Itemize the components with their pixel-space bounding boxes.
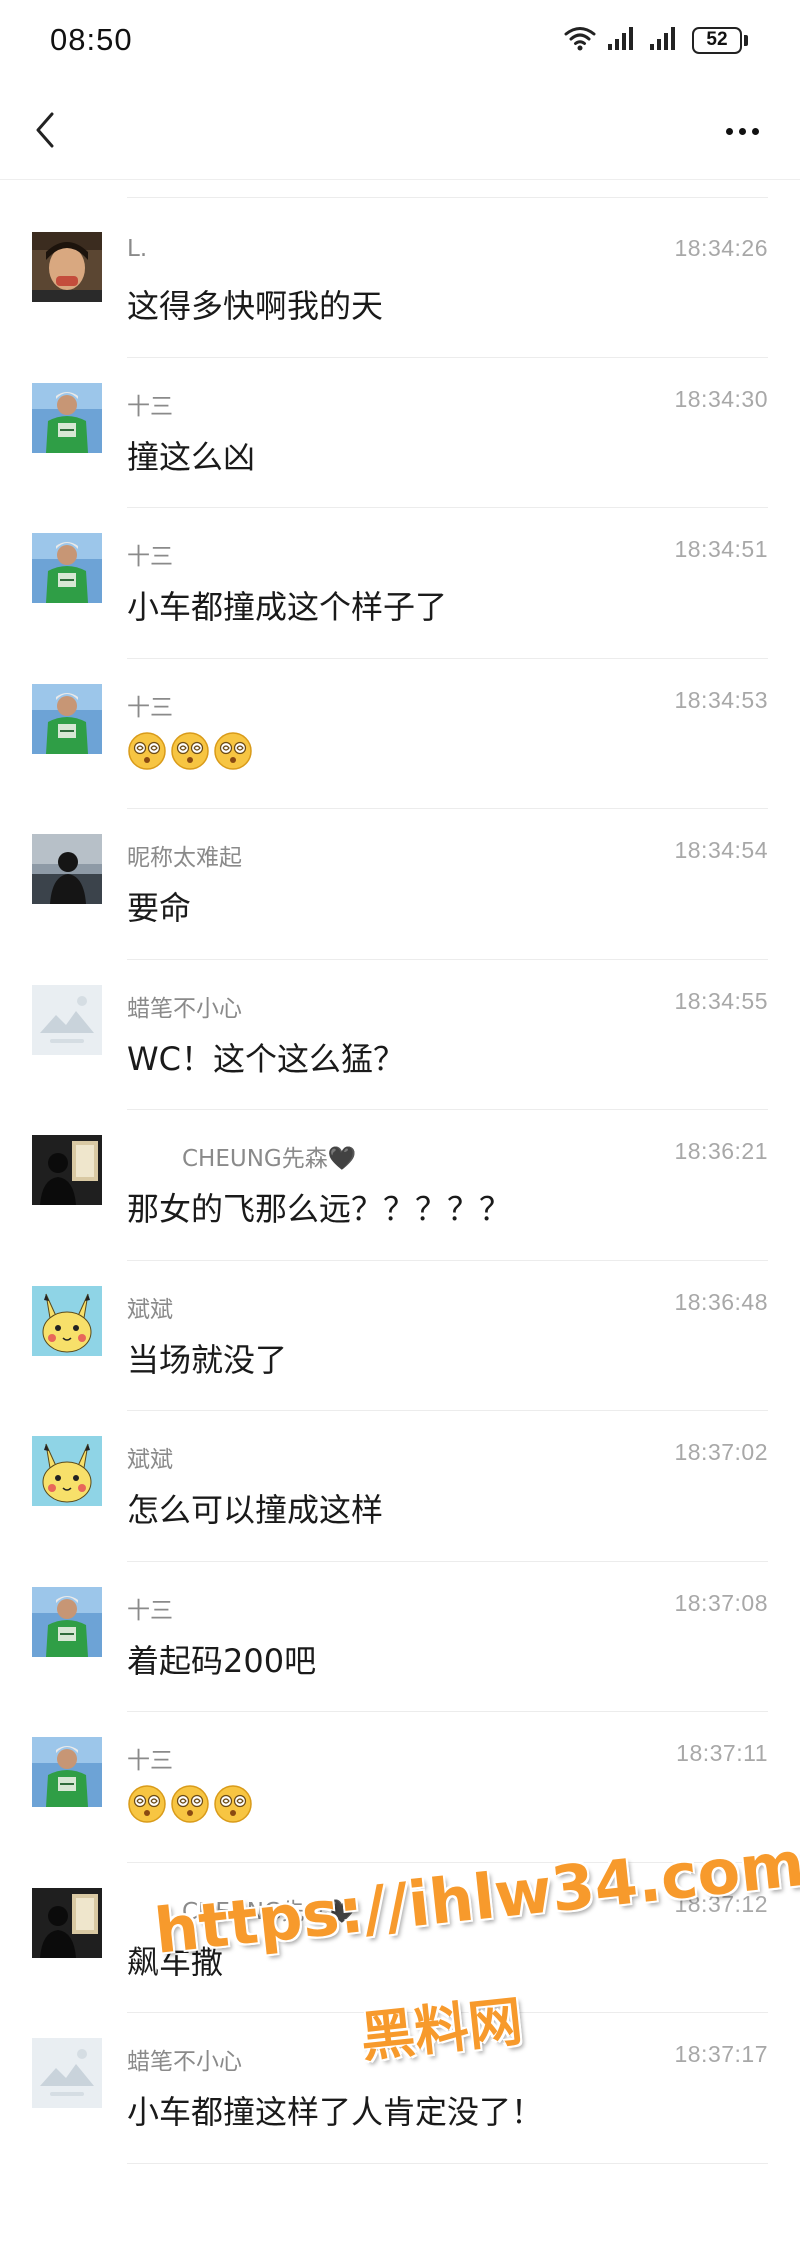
comment-time: 18:36:21 — [674, 1138, 768, 1164]
comment-text: 小车都撞成这个样子了 — [127, 588, 448, 626]
more-button[interactable] — [714, 108, 770, 154]
battery-text: 52 — [706, 29, 728, 50]
more-dot — [751, 127, 759, 135]
comment-item[interactable]: 斌斌 18:36:48 当场就没了 — [0, 1261, 800, 1411]
comment-item[interactable]: 昵称太难起 18:34:54 要命 — [0, 809, 800, 960]
comment-text: 怎么可以撞成这样 — [127, 1491, 384, 1529]
comment-item[interactable]: L. 18:34:26 这得多快啊我的天 — [0, 207, 800, 358]
comment-username[interactable]: 蜡笔不小心 — [127, 989, 242, 1023]
comment-time: 18:34:26 — [674, 235, 768, 261]
comment-divider — [127, 2162, 768, 2164]
comment-time: 18:34:55 — [674, 987, 768, 1014]
nav-bar — [0, 80, 800, 180]
comment-username[interactable]: CHEUNG先森🖤 — [182, 1139, 356, 1173]
comment-username[interactable]: L. — [127, 236, 147, 262]
dizzy-face-emoji-icon — [127, 1784, 167, 1828]
battery-icon: 52 — [692, 26, 748, 54]
comment-text: 这得多快啊我的天 — [127, 287, 384, 325]
comment-list: L. 18:34:26 这得多快啊我的天 十三 18:34:30 撞这么凶 十三 18:3… — [0, 207, 800, 2164]
comment-text: 小车都撞这样了人肯定没了！ — [127, 2093, 544, 2131]
comment-item[interactable]: CHEUNG先森🖤 18:36:21 那女的飞那么远？？？？？ — [0, 1110, 800, 1261]
comment-time: 18:37:17 — [674, 2041, 768, 2067]
comment-item[interactable]: 蜡笔不小心 18:37:17 小车都撞这样了人肯定没了！ — [0, 2013, 800, 2164]
avatar[interactable] — [32, 232, 102, 302]
comment-item[interactable]: 十三 18:34:30 撞这么凶 — [0, 358, 800, 508]
status-bar: 08:50 52 — [0, 0, 800, 80]
comment-text: 当场就没了 — [127, 1340, 288, 1379]
comment-item[interactable]: 十三 18:37:08 着起码200吧 — [0, 1562, 800, 1712]
comment-username[interactable]: 昵称太难起 — [127, 838, 242, 872]
comment-item[interactable]: 斌斌 18:37:02 怎么可以撞成这样 — [0, 1411, 800, 1562]
chevron-left-icon — [36, 112, 54, 148]
avatar[interactable] — [32, 1737, 102, 1807]
comment-item[interactable]: 蜡笔不小心 18:34:55 WC！这个这么猛？ — [0, 960, 800, 1110]
avatar[interactable] — [32, 2038, 102, 2108]
comment-username[interactable]: 斌斌 — [127, 1440, 173, 1474]
status-time: 08:50 — [50, 22, 133, 57]
comment-text: WC！这个这么猛？ — [127, 1039, 405, 1078]
avatar[interactable] — [32, 984, 102, 1055]
list-top-divider — [127, 197, 768, 198]
comment-username[interactable]: 斌斌 — [127, 1290, 173, 1324]
battery-tip — [744, 34, 748, 46]
comment-time: 18:34:30 — [674, 385, 768, 412]
comment-username[interactable]: 十三 — [127, 1741, 173, 1775]
comment-item[interactable]: 十三 18:37:11 — [0, 1712, 800, 1863]
signal-icon — [608, 26, 638, 54]
comment-time: 18:37:02 — [674, 1439, 768, 1465]
comment-text: 飙车撒 — [127, 1942, 224, 1981]
signal-icon — [650, 26, 680, 54]
avatar[interactable] — [32, 1887, 102, 1958]
comment-item[interactable]: CHEUNG先森🖤 18:37:12 飙车撒 — [0, 1863, 800, 2013]
avatar[interactable] — [32, 382, 102, 453]
more-dot — [725, 127, 733, 135]
wifi-icon — [564, 25, 596, 55]
comment-time: 18:37:12 — [674, 1890, 768, 1917]
comment-time: 18:37:11 — [676, 1740, 768, 1766]
avatar[interactable] — [32, 1285, 102, 1356]
comment-username[interactable]: 十三 — [127, 688, 173, 722]
back-button[interactable] — [20, 102, 70, 158]
comment-emoji-row — [127, 1784, 253, 1828]
dizzy-face-emoji-icon — [170, 1784, 210, 1828]
comment-username[interactable]: 十三 — [127, 537, 173, 571]
comment-username[interactable]: CHEUNG先森🖤 — [182, 1892, 356, 1926]
comment-text: 要命 — [127, 889, 192, 927]
comment-emoji-row — [127, 731, 253, 775]
comment-time: 18:37:08 — [674, 1589, 768, 1616]
avatar[interactable] — [32, 1135, 102, 1205]
comment-text: 撞这么凶 — [127, 437, 256, 476]
battery-body: 52 — [692, 26, 742, 54]
comment-username[interactable]: 十三 — [127, 1591, 173, 1625]
dizzy-face-emoji-icon — [170, 731, 210, 775]
dizzy-face-emoji-icon — [127, 731, 167, 775]
comment-item[interactable]: 十三 18:34:51 小车都撞成这个样子了 — [0, 508, 800, 659]
avatar[interactable] — [32, 834, 102, 904]
comment-text: 着起码200吧 — [127, 1641, 317, 1680]
comment-item[interactable]: 十三 18:34:53 — [0, 659, 800, 809]
dizzy-face-emoji-icon — [213, 731, 253, 775]
avatar[interactable] — [32, 1586, 102, 1657]
comment-username[interactable]: 蜡笔不小心 — [127, 2042, 242, 2076]
avatar[interactable] — [32, 533, 102, 603]
avatar[interactable] — [32, 1436, 102, 1506]
comment-time: 18:36:48 — [674, 1288, 768, 1315]
avatar[interactable] — [32, 683, 102, 754]
comment-time: 18:34:51 — [674, 536, 768, 562]
more-dot — [738, 127, 746, 135]
comment-text: 那女的飞那么远？？？？？ — [127, 1190, 512, 1228]
dizzy-face-emoji-icon — [213, 1784, 253, 1828]
comment-time: 18:34:54 — [674, 837, 768, 863]
comment-username[interactable]: 十三 — [127, 387, 173, 421]
comment-time: 18:34:53 — [674, 686, 768, 713]
status-icons: 52 — [564, 24, 748, 56]
